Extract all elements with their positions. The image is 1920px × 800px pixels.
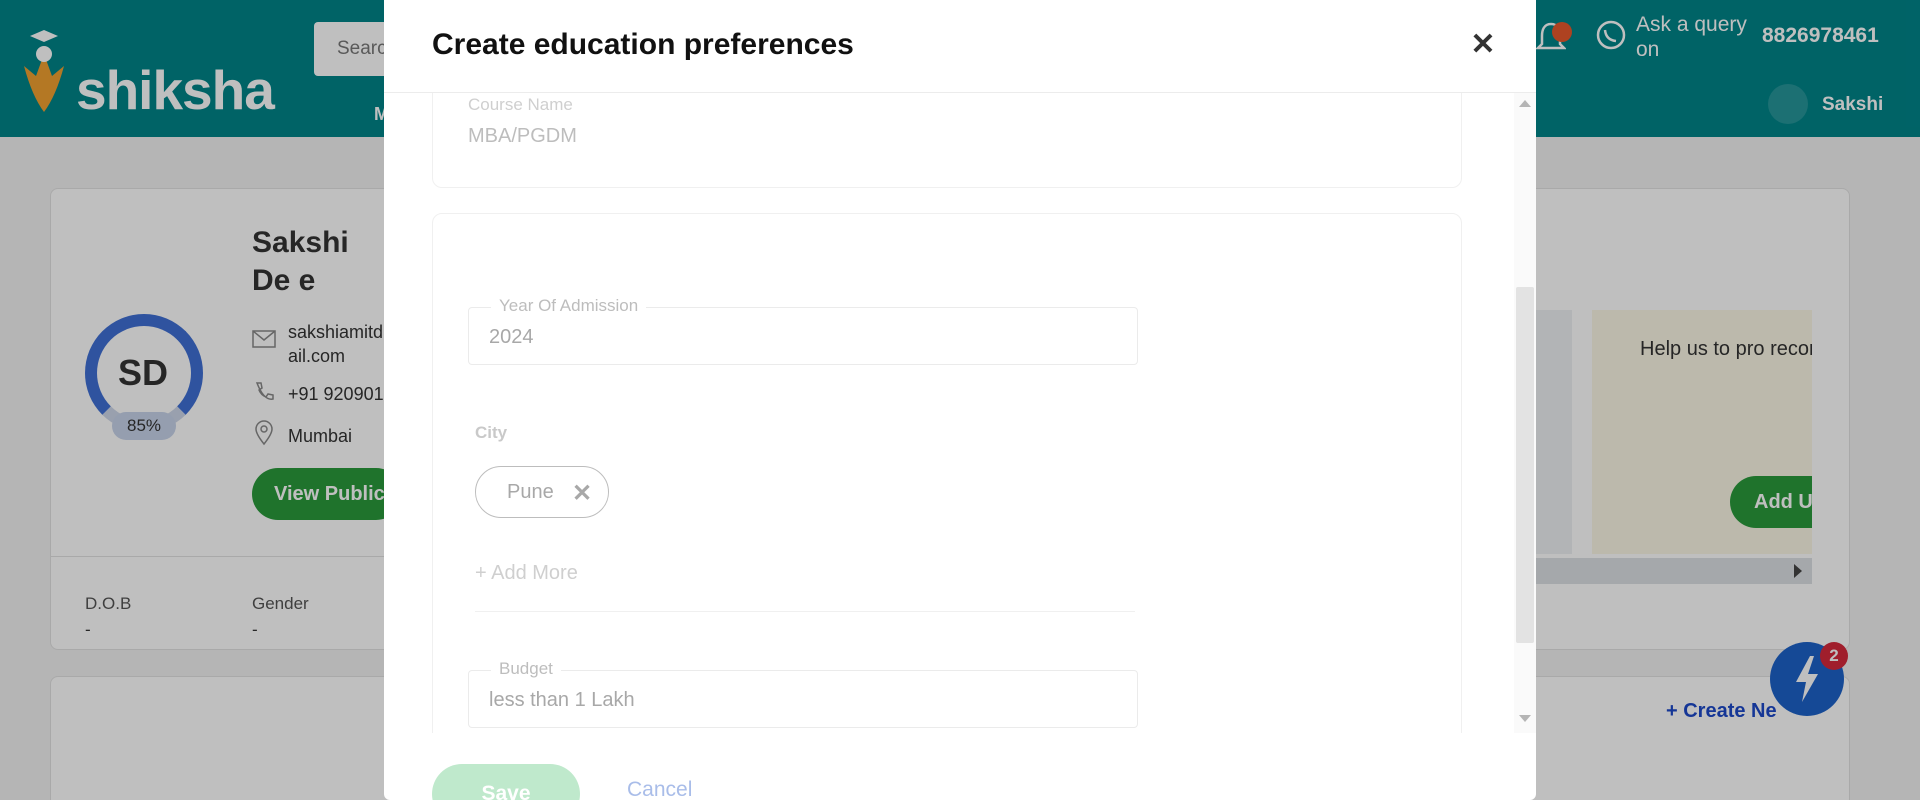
budget-field[interactable]: Budget less than 1 Lakh [468, 659, 1138, 728]
course-name-value: MBA/PGDM [468, 125, 577, 147]
divider [475, 611, 1135, 612]
remove-chip-icon[interactable]: ✕ [572, 479, 592, 508]
city-chip-label: Pune [507, 481, 554, 503]
scroll-down-icon[interactable] [1519, 715, 1531, 722]
modal-body: Course Name MBA/PGDM Year Of Admission 2… [384, 93, 1536, 733]
education-preferences-modal: Create education preferences ✕ Course Na… [384, 0, 1536, 800]
year-of-admission-label: Year Of Admission [491, 296, 647, 316]
city-chip: Pune ✕ [475, 466, 609, 518]
course-section [432, 93, 1462, 188]
budget-label: Budget [491, 659, 561, 679]
year-of-admission-field[interactable]: Year Of Admission 2024 [468, 296, 1138, 365]
course-name-label: Course Name [468, 95, 573, 114]
add-more-link[interactable]: + Add More [475, 562, 578, 585]
city-label: City [475, 423, 508, 442]
year-of-admission-value: 2024 [489, 326, 534, 348]
close-icon[interactable]: ✕ [1466, 28, 1500, 62]
modal-title: Create education preferences [432, 28, 854, 61]
scroll-up-icon[interactable] [1519, 100, 1531, 107]
budget-value: less than 1 Lakh [489, 689, 635, 711]
scrollbar-thumb[interactable] [1516, 287, 1534, 643]
save-button[interactable]: Save [432, 764, 580, 800]
cancel-button[interactable]: Cancel [627, 778, 692, 800]
